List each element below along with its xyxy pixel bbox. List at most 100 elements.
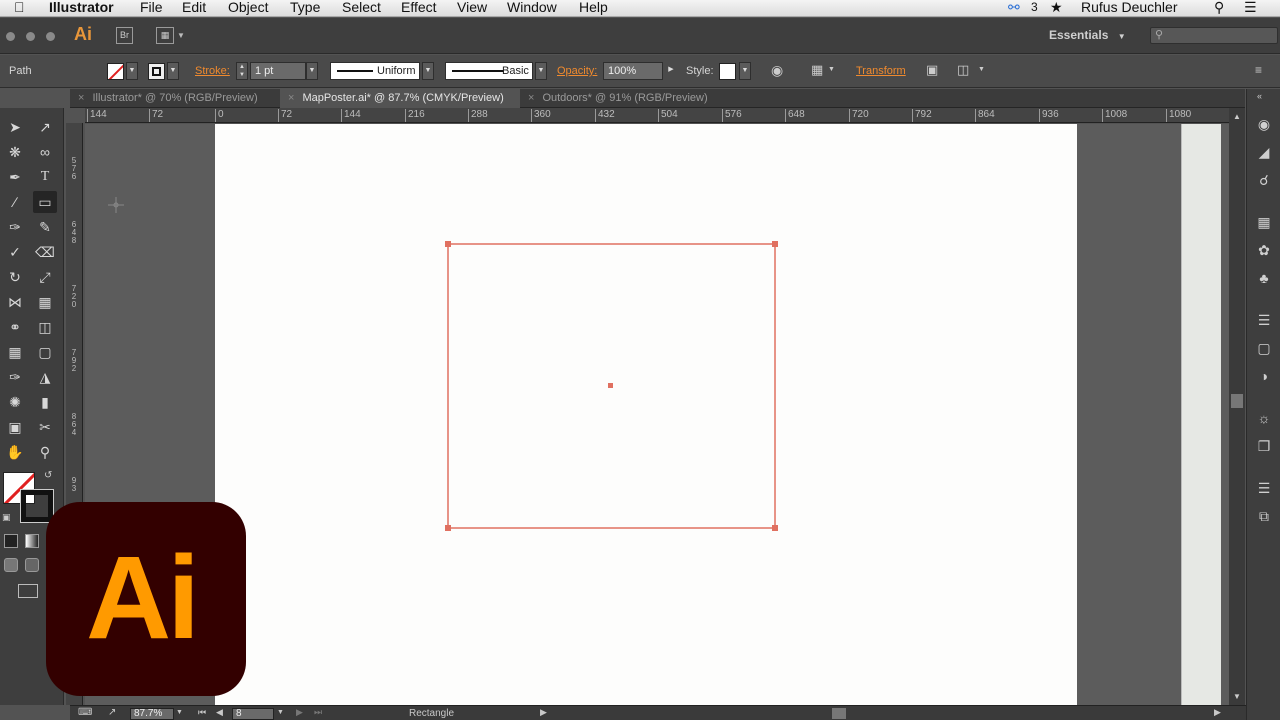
workspace-switcher[interactable]: Essentials ▼: [1049, 28, 1126, 42]
status-menu-icon[interactable]: ⌨: [78, 707, 92, 718]
scroll-up-icon[interactable]: ▲: [1233, 112, 1241, 121]
stroke-panel-link[interactable]: Stroke:: [195, 65, 230, 77]
color-mode-icon[interactable]: [4, 534, 18, 548]
mesh-tool-icon[interactable]: ▦: [3, 341, 27, 363]
bridge-button[interactable]: Br: [116, 27, 133, 44]
opacity-dropdown[interactable]: ▶: [665, 62, 677, 80]
appearance-panel-icon[interactable]: ☼: [1255, 409, 1273, 427]
hand-tool-icon[interactable]: ✋: [3, 441, 27, 463]
brush-definition[interactable]: Basic: [445, 62, 533, 80]
artboard-number-field[interactable]: 8: [232, 708, 274, 720]
column-graph-tool-icon[interactable]: ▮: [33, 391, 57, 413]
first-artboard-icon[interactable]: ⏮: [198, 707, 206, 718]
fill-swatch[interactable]: [107, 63, 124, 80]
graphic-styles-panel-icon[interactable]: ❐: [1255, 437, 1273, 455]
artboard-dropdown-icon[interactable]: ▼: [277, 709, 284, 716]
gradient-mode-icon[interactable]: [25, 534, 39, 548]
scroll-down-icon[interactable]: ▼: [1233, 692, 1241, 701]
swap-fill-stroke-icon[interactable]: ↺: [44, 470, 52, 481]
artboards-panel-icon[interactable]: ⧉: [1255, 507, 1273, 525]
opacity-panel-link[interactable]: Opacity:: [557, 65, 597, 77]
width-tool-icon[interactable]: ⋈: [3, 291, 27, 313]
symbols-panel-icon[interactable]: ♣: [1255, 269, 1273, 287]
control-panel-menu-icon[interactable]: ≡: [1255, 63, 1262, 77]
variable-width-dropdown[interactable]: ▼: [422, 62, 434, 80]
stroke-dropdown-button[interactable]: ▼: [167, 62, 179, 80]
free-transform-tool-icon[interactable]: ▦: [33, 291, 57, 313]
direct-selection-tool-icon[interactable]: ↗: [33, 116, 57, 138]
close-tab-icon[interactable]: ×: [528, 92, 534, 104]
default-fill-stroke-icon[interactable]: ▣: [2, 512, 11, 523]
arrange-icon[interactable]: ◫: [957, 62, 969, 78]
eyedropper-tool-icon[interactable]: ✑: [3, 366, 27, 388]
help-search-input[interactable]: ⚲: [1150, 27, 1278, 44]
color-guide-panel-icon[interactable]: ◢: [1255, 143, 1273, 161]
shape-builder-tool-icon[interactable]: ⚭: [3, 316, 27, 338]
stroke-color-box[interactable]: [20, 489, 54, 523]
gradient-tool-icon[interactable]: ▢: [33, 341, 57, 363]
variable-width-profile[interactable]: Uniform: [330, 62, 420, 80]
creative-cloud-icon[interactable]: ⚯: [1008, 0, 1020, 16]
gradient-panel-icon[interactable]: ▢: [1255, 339, 1273, 357]
graphic-style-swatch[interactable]: [719, 63, 736, 80]
menu-view[interactable]: View: [457, 0, 487, 16]
collapse-panels-icon[interactable]: «: [1257, 91, 1262, 101]
horizontal-scrollbar-thumb[interactable]: [832, 708, 846, 719]
line-tool-icon[interactable]: ∕: [3, 191, 27, 213]
tab-mapposter[interactable]: × MapPoster.ai* @ 87.7% (CMYK/Preview): [280, 89, 520, 108]
artboard-tool-icon[interactable]: ▣: [3, 416, 27, 438]
close-tab-icon[interactable]: ×: [78, 92, 84, 104]
status-menu-arrow-icon[interactable]: ▶: [540, 707, 547, 718]
pencil-tool-icon[interactable]: ✎: [33, 216, 57, 238]
swatches-panel-icon[interactable]: ▦: [1255, 213, 1273, 231]
opacity-field[interactable]: 100%: [603, 62, 663, 80]
zoom-dropdown-icon[interactable]: ▼: [176, 709, 183, 716]
menu-window[interactable]: Window: [507, 0, 557, 16]
menu-file[interactable]: File: [140, 0, 163, 16]
window-close-button[interactable]: [6, 32, 15, 41]
pen-tool-icon[interactable]: ✒: [3, 166, 27, 188]
color-panel-icon[interactable]: ◉: [1255, 115, 1273, 133]
user-name[interactable]: Rufus Deuchler: [1081, 0, 1178, 16]
arrange-documents-icon[interactable]: ▦: [156, 27, 174, 44]
brushes-panel-icon[interactable]: ✿: [1255, 241, 1273, 259]
align-to-icon[interactable]: ▦: [811, 62, 823, 78]
window-minimize-button[interactable]: [26, 32, 35, 41]
brush-dropdown[interactable]: ▼: [535, 62, 547, 80]
slice-tool-icon[interactable]: ✂: [33, 416, 57, 438]
previous-artboard-icon[interactable]: ◀: [216, 707, 223, 718]
magic-wand-tool-icon[interactable]: ❋: [3, 141, 27, 163]
libraries-panel-icon[interactable]: ☌: [1255, 171, 1273, 189]
spotlight-search-icon[interactable]: ⚲: [1214, 0, 1224, 16]
align-to-dropdown-icon[interactable]: ▼: [828, 66, 835, 73]
window-zoom-button[interactable]: [46, 32, 55, 41]
menu-effect[interactable]: Effect: [401, 0, 437, 16]
scrollbar-thumb[interactable]: [1231, 394, 1243, 408]
eraser-tool-icon[interactable]: ⌫: [33, 241, 57, 263]
isolate-selected-icon[interactable]: ▣: [926, 62, 938, 78]
scroll-right-icon[interactable]: ▶: [1214, 707, 1221, 718]
menu-type[interactable]: Type: [290, 0, 320, 16]
symbol-sprayer-tool-icon[interactable]: ✺: [3, 391, 27, 413]
adjacent-artboard[interactable]: [1181, 124, 1221, 705]
zoom-tool-icon[interactable]: ⚲: [33, 441, 57, 463]
stroke-weight-field[interactable]: 1 pt: [250, 62, 306, 80]
horizontal-ruler[interactable]: 144 72 0 72 144 216 288 360 432 504 576 …: [85, 108, 1230, 123]
stroke-weight-dropdown[interactable]: ▼: [306, 62, 318, 80]
menu-help[interactable]: Help: [579, 0, 608, 16]
blend-tool-icon[interactable]: ◮: [33, 366, 57, 388]
selected-rectangle[interactable]: [444, 240, 780, 532]
rotate-tool-icon[interactable]: ↻: [3, 266, 27, 288]
transform-panel-link[interactable]: Transform: [856, 65, 906, 77]
menu-app-name[interactable]: Illustrator: [49, 0, 114, 16]
draw-normal-icon[interactable]: [4, 558, 18, 572]
notification-list-icon[interactable]: ☰: [1244, 0, 1257, 16]
fill-dropdown-button[interactable]: ▼: [126, 62, 138, 80]
screen-mode-icon[interactable]: [18, 584, 38, 598]
tab-outdoors[interactable]: × Outdoors* @ 91% (RGB/Preview): [520, 89, 740, 108]
menu-select[interactable]: Select: [342, 0, 381, 16]
zoom-field[interactable]: 87.7%: [130, 708, 174, 720]
arrange-dropdown-icon[interactable]: ▼: [177, 31, 185, 40]
rectangle-tool-icon[interactable]: ▭: [33, 191, 57, 213]
scale-tool-icon[interactable]: ⤢: [33, 266, 57, 288]
